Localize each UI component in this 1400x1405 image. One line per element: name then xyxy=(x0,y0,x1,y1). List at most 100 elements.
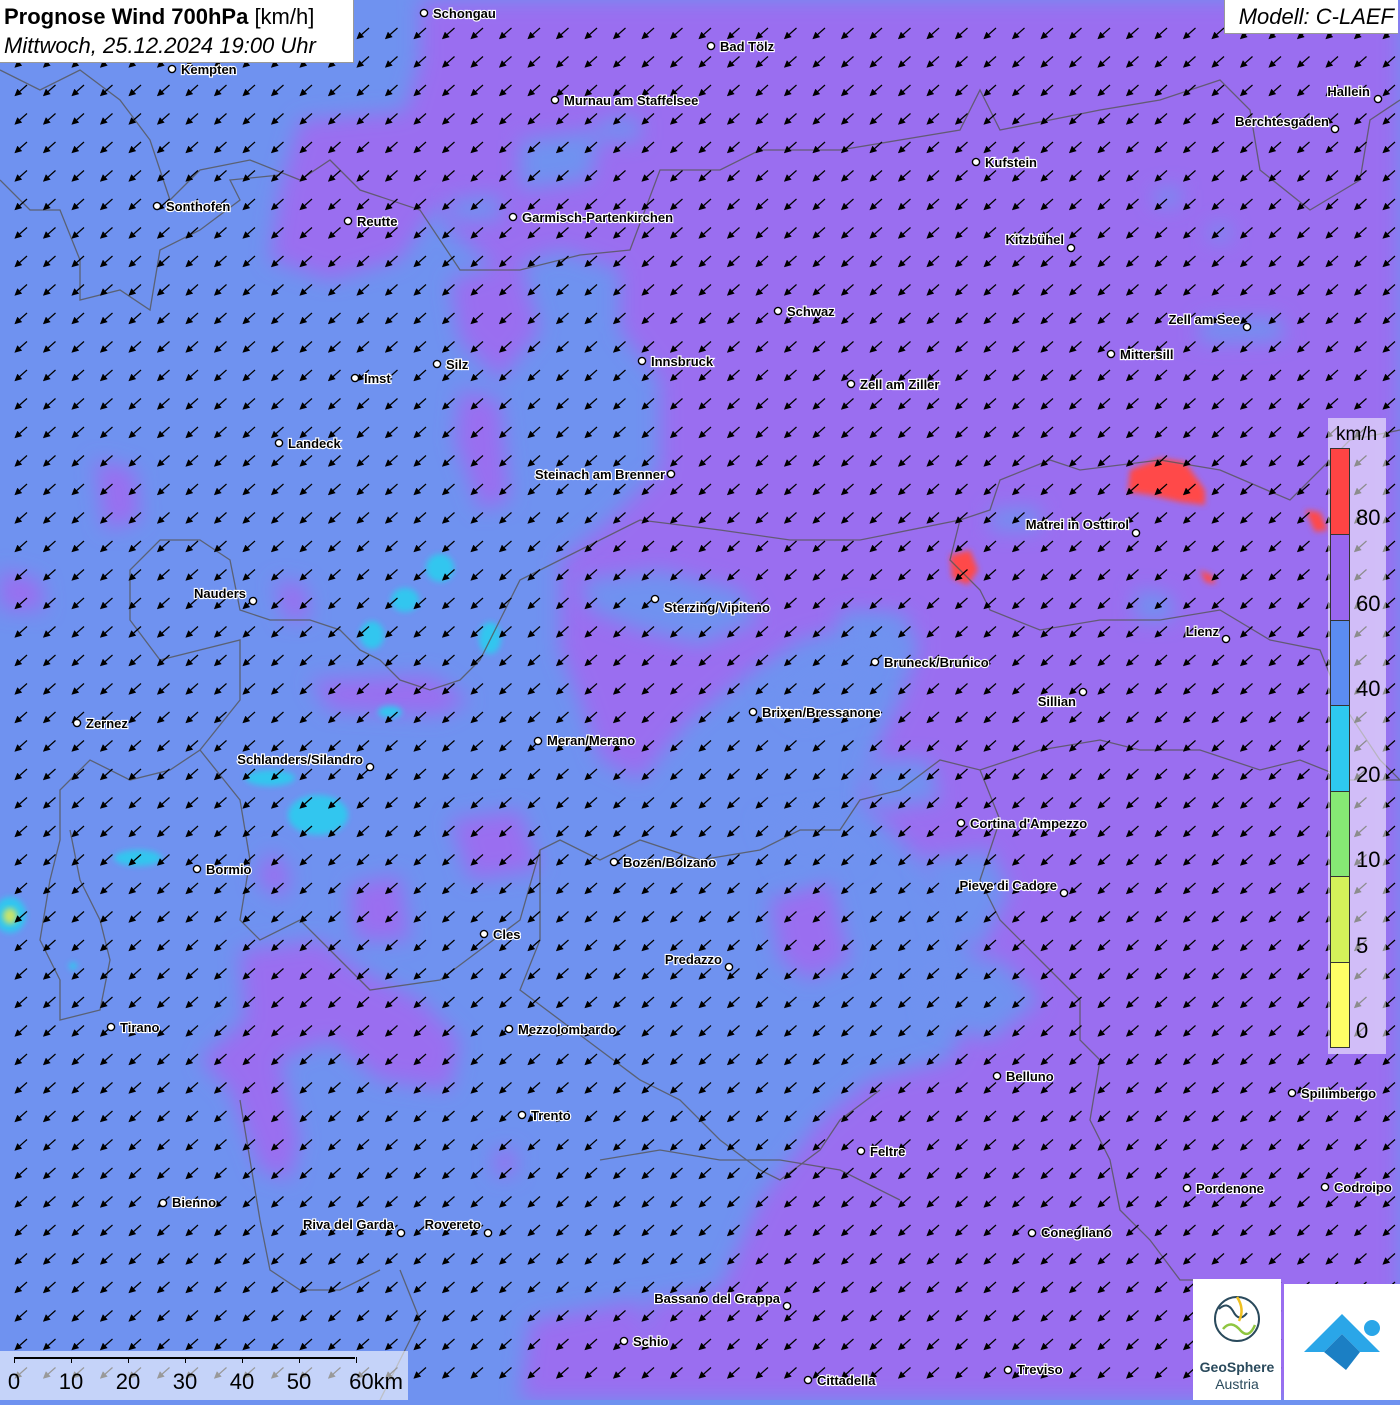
legend-segment xyxy=(1331,790,1349,878)
city-label: Kitzbühel xyxy=(1006,232,1065,247)
city-dot-icon xyxy=(350,373,360,383)
scale-label: 60km xyxy=(349,1369,403,1394)
city-label: Hallein xyxy=(1327,84,1370,99)
city-label: Treviso xyxy=(1017,1362,1063,1377)
geosphere-country: Austria xyxy=(1215,1376,1259,1392)
legend-segment xyxy=(1331,534,1349,621)
city-marker[interactable]: Meran/Merano xyxy=(533,732,636,749)
city-label: Schlanders/Silandro xyxy=(237,752,363,767)
app-mountain-icon xyxy=(1304,1314,1380,1370)
city-label: Tirano xyxy=(120,1020,160,1035)
app-logo[interactable] xyxy=(1284,1284,1400,1400)
city-marker[interactable]: Bozen/Bolzano xyxy=(609,854,717,871)
city-dot-icon xyxy=(432,359,442,369)
city-label: Berchtesgaden xyxy=(1235,114,1329,129)
city-dot-icon xyxy=(748,707,758,717)
city-dot-icon xyxy=(504,1024,514,1034)
city-dot-icon xyxy=(419,8,429,18)
scale-tick xyxy=(356,1357,357,1363)
forecast-datetime: Mittwoch, 25.12.2024 19:00 Uhr xyxy=(4,33,316,58)
city-label: Murnau am Staffelsee xyxy=(564,93,698,108)
city-label: Bruneck/Brunico xyxy=(884,655,989,670)
scale-label: 30 xyxy=(172,1369,198,1394)
city-label: Bassano del Grappa xyxy=(654,1291,780,1306)
city-label: Cortina d'Ampezzo xyxy=(970,816,1087,831)
city-dot-icon xyxy=(782,1301,792,1311)
city-marker[interactable]: Steinach am Brenner xyxy=(534,466,676,483)
city-dot-icon xyxy=(846,379,856,389)
city-dot-icon xyxy=(1003,1365,1013,1375)
city-marker[interactable]: Cortina d'Ampezzo xyxy=(956,815,1088,832)
city-dot-icon xyxy=(650,594,660,604)
scale-tick xyxy=(242,1357,243,1363)
scale-label: 20 xyxy=(115,1369,141,1394)
city-dot-icon xyxy=(1106,349,1116,359)
city-dot-icon xyxy=(724,962,734,972)
city-dot-icon xyxy=(1027,1228,1037,1238)
city-dot-icon xyxy=(1059,888,1069,898)
city-dot-icon xyxy=(483,1228,493,1238)
city-label: Sillian xyxy=(1038,694,1076,709)
city-label: Zell am Ziller xyxy=(860,377,939,392)
city-marker[interactable]: Conegliano xyxy=(1027,1224,1113,1241)
city-label: Schio xyxy=(633,1334,668,1349)
city-marker[interactable]: Spilimbergo xyxy=(1287,1085,1377,1102)
legend-label: 40 xyxy=(1356,676,1381,702)
city-marker[interactable]: Mezzolombardo xyxy=(504,1021,617,1038)
city-dot-icon xyxy=(192,864,202,874)
map-title: Prognose Wind 700hPa [km/h] xyxy=(4,4,314,30)
city-label: Matrei in Osttirol xyxy=(1026,517,1129,532)
city-marker[interactable]: Pordenone xyxy=(1182,1180,1265,1197)
city-label: Nauders xyxy=(194,586,246,601)
city-dot-icon xyxy=(1320,1182,1330,1192)
city-dot-icon xyxy=(956,818,966,828)
wind-map[interactable]: Schongau Bad Tölz Kempten Murnau am Staffel… xyxy=(0,0,1400,1400)
city-label: Imst xyxy=(364,371,391,386)
legend-segment xyxy=(1331,619,1349,707)
legend-color-bar xyxy=(1330,448,1350,1048)
city-dot-icon xyxy=(666,469,676,479)
city-marker[interactable]: Brixen/Bressanone xyxy=(748,704,882,721)
city-label: Kempten xyxy=(181,62,237,77)
city-label: Codroipo xyxy=(1334,1180,1392,1195)
legend-label: 10 xyxy=(1356,847,1381,873)
scale-tick xyxy=(128,1357,129,1363)
city-label: Zell am See xyxy=(1168,312,1240,327)
city-label: Rovereto xyxy=(425,1217,481,1232)
scale-tick xyxy=(185,1357,186,1363)
city-label: Reutte xyxy=(357,214,397,229)
city-dot-icon xyxy=(533,736,543,746)
scale-label: 10 xyxy=(58,1369,84,1394)
city-label: Bienno xyxy=(172,1195,216,1210)
city-dot-icon xyxy=(971,157,981,167)
city-dot-icon xyxy=(1373,94,1383,104)
city-dot-icon xyxy=(992,1071,1002,1081)
city-dot-icon xyxy=(773,306,783,316)
city-marker[interactable]: Garmisch-Partenkirchen xyxy=(508,209,674,226)
city-dot-icon xyxy=(479,929,489,939)
city-dot-icon xyxy=(343,216,353,226)
title-unit: [km/h] xyxy=(254,4,315,29)
city-marker[interactable]: Bruneck/Brunico xyxy=(870,654,990,671)
city-dot-icon xyxy=(1182,1183,1192,1193)
city-marker[interactable]: Zell am Ziller xyxy=(846,376,941,393)
legend-segment xyxy=(1331,449,1349,536)
geosphere-logo[interactable]: GeoSphere Austria xyxy=(1193,1279,1281,1400)
city-label: Bozen/Bolzano xyxy=(623,855,716,870)
scale-label: 50 xyxy=(286,1369,312,1394)
city-label: Conegliano xyxy=(1041,1225,1112,1240)
city-dot-icon xyxy=(637,356,647,366)
city-marker[interactable]: Murnau am Staffelsee xyxy=(550,92,699,109)
scale-label: 40 xyxy=(229,1369,255,1394)
city-label: Bad Tölz xyxy=(720,39,775,54)
city-dot-icon xyxy=(1221,634,1231,644)
city-dot-icon xyxy=(1066,243,1076,253)
scale-tick xyxy=(71,1357,72,1363)
city-label: Sonthofen xyxy=(166,199,230,214)
city-label: Pordenone xyxy=(1196,1181,1264,1196)
city-dot-icon xyxy=(396,1228,406,1238)
title-box: Prognose Wind 700hPa [km/h] Mittwoch, 25… xyxy=(0,0,354,63)
city-dot-icon xyxy=(152,201,162,211)
city-label: Spilimbergo xyxy=(1301,1086,1376,1101)
scale-bar: 0 10 20 30 40 50 60km xyxy=(0,1351,408,1400)
